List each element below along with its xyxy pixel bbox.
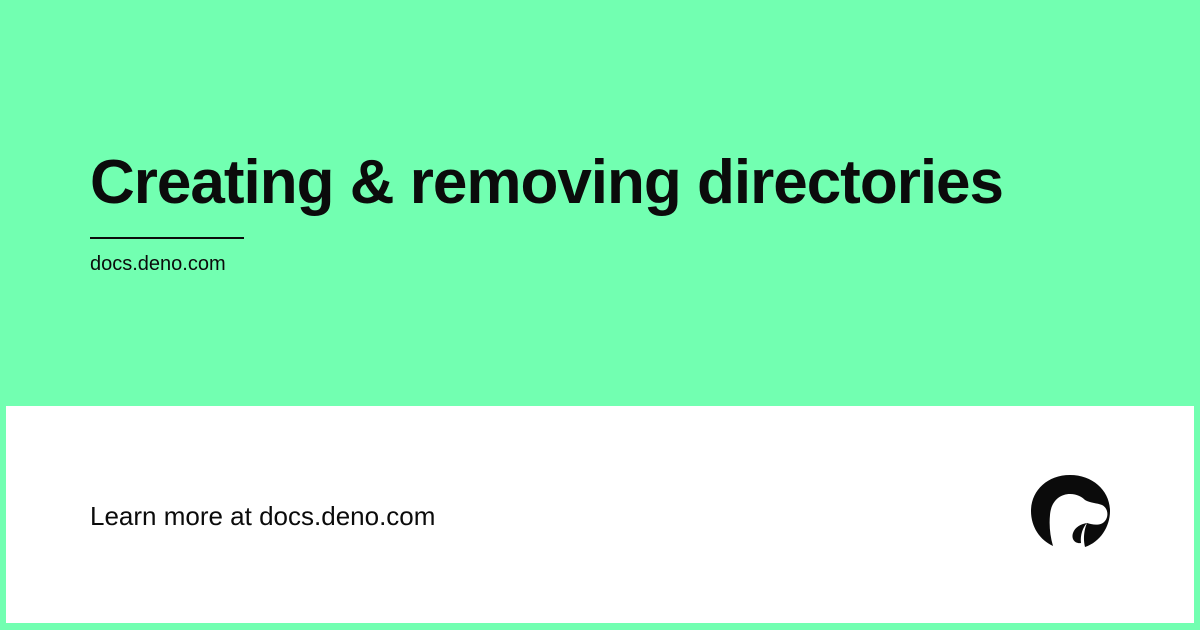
learn-more-text: Learn more at docs.deno.com — [90, 501, 436, 531]
footer-card: Learn more at docs.deno.com — [6, 406, 1194, 623]
page-title: Creating & removing directories — [90, 148, 1004, 217]
deno-dinosaur-icon — [1029, 474, 1111, 550]
og-card: Creating & removing directories docs.den… — [0, 0, 1200, 630]
site-domain: docs.deno.com — [90, 253, 226, 275]
title-divider — [90, 237, 244, 239]
